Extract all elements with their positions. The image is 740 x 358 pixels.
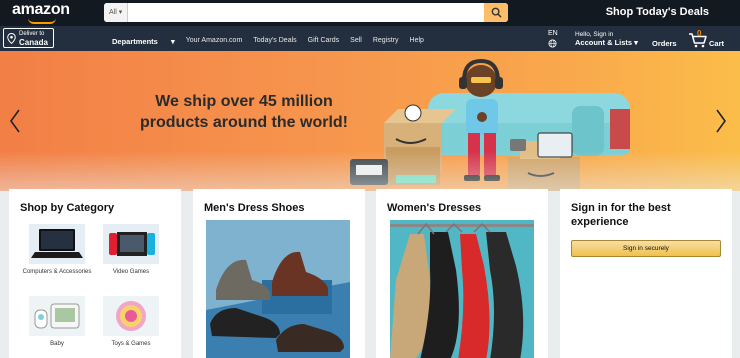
carousel-prev-arrow-icon[interactable] (8, 107, 22, 135)
category-computers[interactable]: Computers & Accessories (20, 220, 94, 292)
game-console-icon (103, 224, 159, 264)
category-label-baby: Baby (50, 341, 64, 347)
category-label-video-games: Video Games (112, 269, 150, 275)
departments-menu[interactable]: Departments ▾ (112, 37, 175, 46)
deliver-to-button[interactable]: Deliver to Canada (3, 28, 54, 48)
search-button[interactable] (484, 3, 508, 22)
secondary-nav: Deliver to Canada Departments ▾ Your Ama… (0, 26, 740, 51)
search-icon (491, 7, 502, 18)
category-toys-games[interactable]: Toys & Games (94, 292, 168, 358)
cart-label: Cart (709, 39, 725, 48)
category-baby[interactable]: Baby (20, 292, 94, 358)
logo-smile-icon (28, 18, 56, 24)
nav-link-sell[interactable]: Sell (350, 37, 362, 46)
todays-deals-promo[interactable]: Shop Today's Deals (606, 6, 709, 18)
toy-ball-icon (103, 296, 159, 336)
departments-label: Departments (112, 37, 158, 46)
deliver-country: Canada (19, 38, 48, 47)
hero-carousel: We ship over 45 million products around … (0, 51, 740, 191)
baby-monitor-icon (29, 296, 85, 336)
card-shop-by-category: Shop by Category Computers & Accessories… (9, 189, 181, 358)
search-department-label: All (109, 9, 117, 16)
language-code: EN (548, 30, 558, 37)
nav-link-gift-cards[interactable]: Gift Cards (308, 37, 340, 46)
search-department-select[interactable]: All ▾ (104, 3, 128, 22)
nav-link-todays-deals[interactable]: Today's Deals (253, 37, 296, 46)
carousel-next-arrow-icon[interactable] (714, 107, 728, 135)
nav-links: Departments ▾ Your Amazon.com Today's De… (112, 37, 435, 46)
deliver-label: Deliver to (19, 31, 45, 37)
card-title-signin: Sign in for the best experience (571, 202, 671, 228)
hero-headline-line1: We ship over 45 million (155, 93, 333, 110)
card-sign-in: Sign in for the best experience Sign in … (560, 189, 732, 358)
language-selector[interactable]: EN (548, 30, 558, 48)
account-greeting: Hello, Sign in (575, 31, 614, 38)
account-lists-menu[interactable]: Hello, Sign in Account & Lists ▾ (575, 31, 638, 47)
top-nav: amazon All ▾ Shop Today's Deals (0, 0, 740, 26)
card-title-dresses: Women's Dresses (387, 202, 482, 214)
search-input[interactable] (129, 3, 484, 22)
card-womens-dresses[interactable]: Women's Dresses (376, 189, 548, 358)
nav-link-help[interactable]: Help (410, 37, 424, 46)
cart-button[interactable]: 0 Cart (688, 29, 728, 49)
category-label-toys-games: Toys & Games (111, 341, 151, 347)
laptop-icon (29, 224, 85, 264)
card-title-category: Shop by Category (20, 202, 115, 214)
shoes-photo (206, 220, 350, 358)
nav-link-registry[interactable]: Registry (373, 37, 399, 46)
hero-headline: We ship over 45 million products around … (110, 91, 378, 133)
sign-in-button[interactable]: Sign in securely (571, 240, 721, 257)
hero-headline-line2: products around the world! (140, 114, 348, 131)
category-label-computers: Computers & Accessories (22, 269, 92, 275)
card-title-shoes: Men's Dress Shoes (204, 202, 305, 214)
account-label: Account & Lists (575, 38, 633, 47)
dresses-photo (390, 220, 534, 358)
category-video-games[interactable]: Video Games (94, 220, 168, 292)
search-bar: All ▾ (104, 3, 508, 22)
nav-link-your-amazon[interactable]: Your Amazon.com (186, 37, 243, 46)
globe-icon (548, 39, 557, 48)
amazon-logo[interactable]: amazon (12, 1, 70, 24)
card-mens-dress-shoes[interactable]: Men's Dress Shoes (193, 189, 365, 358)
category-grid: Computers & Accessories Video Games Baby (20, 220, 168, 358)
logo-text: amazon (12, 1, 70, 18)
cart-count: 0 (697, 29, 702, 38)
orders-link[interactable]: Orders (652, 39, 677, 48)
location-pin-icon (7, 33, 16, 44)
hero-bottom-fade (0, 151, 740, 191)
